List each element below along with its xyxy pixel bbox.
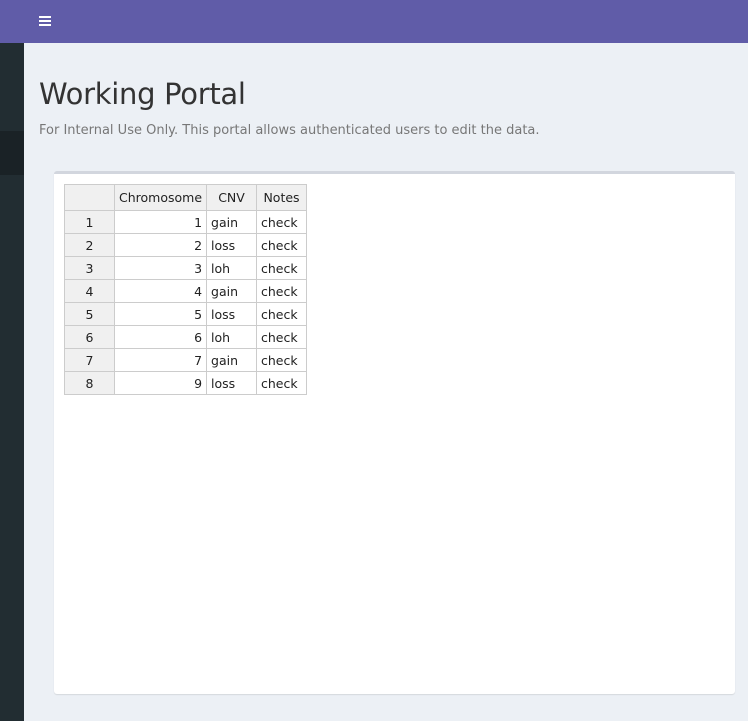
table-row: 1 1 gain check xyxy=(64,210,308,234)
cell-chromosome[interactable]: 2 xyxy=(113,233,208,257)
cell-notes[interactable]: check xyxy=(256,233,308,257)
cell-cnv[interactable]: gain xyxy=(206,348,258,372)
cell-notes[interactable]: check xyxy=(256,371,308,395)
table-header-row: Chromosome CNV Notes xyxy=(64,184,308,211)
table-row: 2 2 loss check xyxy=(64,233,308,257)
table-corner-cell[interactable] xyxy=(64,184,115,211)
row-header[interactable]: 5 xyxy=(64,302,115,326)
cell-chromosome[interactable]: 6 xyxy=(113,325,208,349)
table-row: 7 7 gain check xyxy=(64,348,308,372)
cell-chromosome[interactable]: 4 xyxy=(113,279,208,303)
cell-cnv[interactable]: loss xyxy=(206,371,258,395)
table-row: 8 9 loss check xyxy=(64,371,308,395)
table-row: 6 6 loh check xyxy=(64,325,308,349)
cell-cnv[interactable]: loss xyxy=(206,302,258,326)
table-row: 3 3 loh check xyxy=(64,256,308,280)
row-header[interactable]: 8 xyxy=(64,371,115,395)
cell-chromosome[interactable]: 3 xyxy=(113,256,208,280)
column-header-chromosome[interactable]: Chromosome xyxy=(113,184,208,211)
row-header[interactable]: 2 xyxy=(64,233,115,257)
row-header[interactable]: 4 xyxy=(64,279,115,303)
row-header[interactable]: 3 xyxy=(64,256,115,280)
cell-notes[interactable]: check xyxy=(256,302,308,326)
cell-chromosome[interactable]: 1 xyxy=(113,210,208,234)
table-row: 5 5 loss check xyxy=(64,302,308,326)
cell-cnv[interactable]: loh xyxy=(206,325,258,349)
cell-notes[interactable]: check xyxy=(256,325,308,349)
hamburger-icon xyxy=(39,16,51,26)
cell-notes[interactable]: check xyxy=(256,210,308,234)
table-row: 4 4 gain check xyxy=(64,279,308,303)
column-header-notes[interactable]: Notes xyxy=(256,184,308,211)
cell-cnv[interactable]: gain xyxy=(206,279,258,303)
cell-chromosome[interactable]: 7 xyxy=(113,348,208,372)
cell-cnv[interactable]: loh xyxy=(206,256,258,280)
cell-chromosome[interactable]: 5 xyxy=(113,302,208,326)
data-table-box: Chromosome CNV Notes 1 1 gain check 2 2 … xyxy=(54,171,735,694)
row-header[interactable]: 6 xyxy=(64,325,115,349)
cell-cnv[interactable]: loss xyxy=(206,233,258,257)
cell-chromosome[interactable]: 9 xyxy=(113,371,208,395)
editable-data-table: Chromosome CNV Notes 1 1 gain check 2 2 … xyxy=(64,184,308,395)
cell-notes[interactable]: check xyxy=(256,256,308,280)
top-navbar xyxy=(0,0,748,43)
content-wrapper: Working Portal For Internal Use Only. Th… xyxy=(24,43,748,721)
cell-cnv[interactable]: gain xyxy=(206,210,258,234)
sidebar-toggle-button[interactable] xyxy=(33,9,57,33)
sidebar xyxy=(0,43,24,721)
cell-notes[interactable]: check xyxy=(256,348,308,372)
page-subtitle: For Internal Use Only. This portal allow… xyxy=(39,123,540,138)
cell-notes[interactable]: check xyxy=(256,279,308,303)
page-title: Working Portal xyxy=(39,77,246,111)
row-header[interactable]: 1 xyxy=(64,210,115,234)
column-header-cnv[interactable]: CNV xyxy=(206,184,258,211)
sidebar-item-active[interactable] xyxy=(0,131,24,175)
row-header[interactable]: 7 xyxy=(64,348,115,372)
